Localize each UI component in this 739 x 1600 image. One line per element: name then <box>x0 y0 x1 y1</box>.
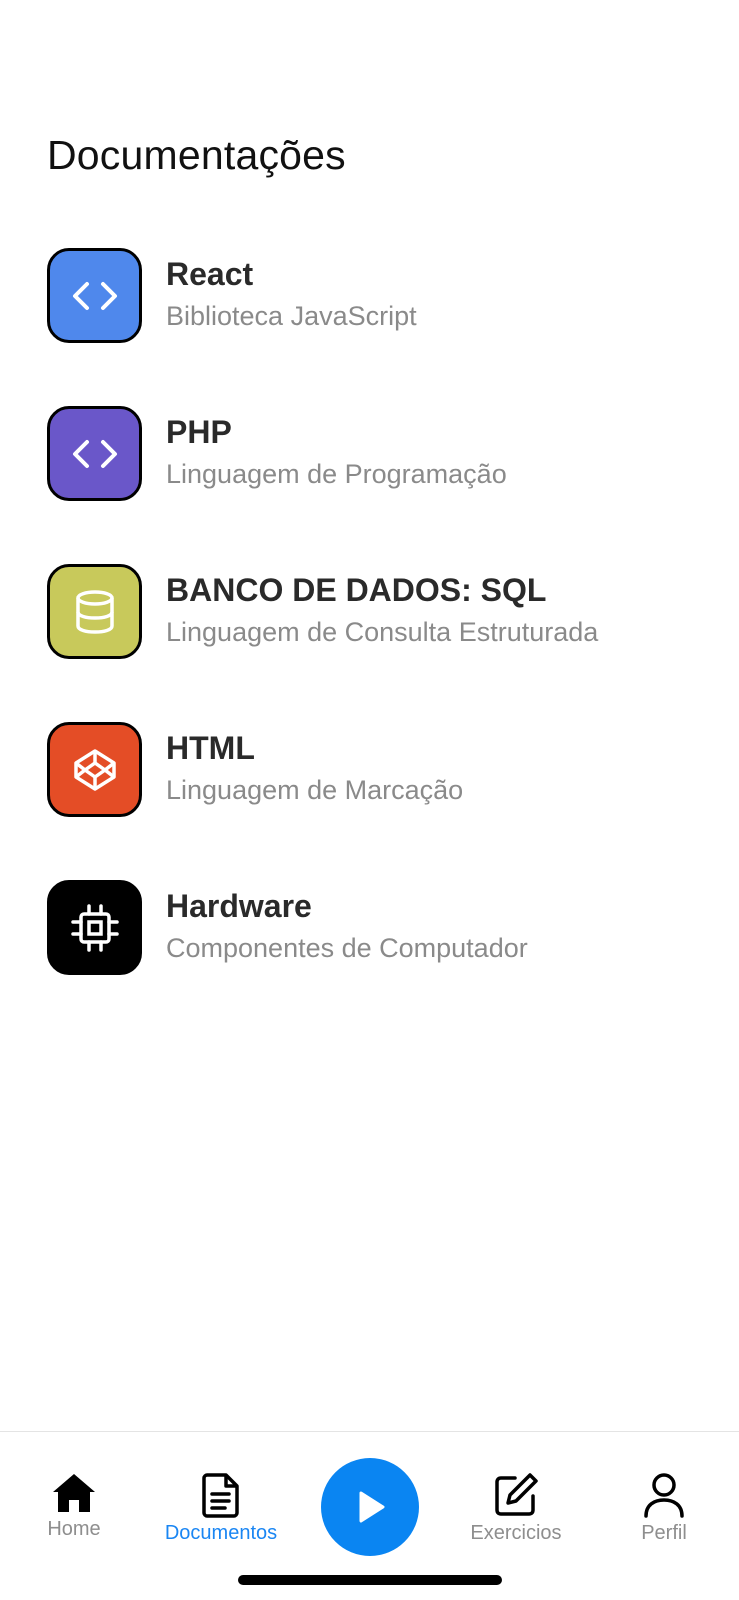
doc-subtitle: Linguagem de Programação <box>166 459 507 489</box>
tab-home-label: Home <box>47 1518 101 1540</box>
doc-text-react: React Biblioteca JavaScript <box>166 254 417 334</box>
document-icon <box>202 1473 239 1518</box>
doc-icon-php <box>47 406 142 501</box>
code-icon <box>72 281 117 310</box>
doc-subtitle: Linguagem de Marcação <box>166 775 464 805</box>
doc-item-react[interactable]: React Biblioteca JavaScript <box>47 248 707 343</box>
page-title: Documentações <box>47 132 346 178</box>
screen: Documentações React Biblioteca JavaScrip… <box>0 0 739 1600</box>
doc-item-html[interactable]: HTML Linguagem de Marcação <box>47 722 707 817</box>
tab-home[interactable]: Home <box>9 1432 139 1552</box>
doc-icon-sql <box>47 564 142 659</box>
user-icon <box>644 1473 684 1518</box>
doc-icon-react <box>47 248 142 343</box>
doc-item-hardware[interactable]: Hardware Componentes de Computador <box>47 880 707 975</box>
tab-documents-label: Documentos <box>164 1522 278 1544</box>
database-icon <box>75 589 114 634</box>
edit-icon <box>495 1473 538 1516</box>
doc-title: PHP <box>166 414 232 450</box>
doc-item-php[interactable]: PHP Linguagem de Programação <box>47 406 707 501</box>
codepen-icon <box>73 748 116 791</box>
doc-subtitle: Componentes de Computador <box>166 933 528 963</box>
doc-title: React <box>166 256 254 292</box>
doc-text-sql: BANCO DE DADOS: SQL Linguagem de Consult… <box>166 570 598 650</box>
doc-text-html: HTML Linguagem de Marcação <box>166 728 463 808</box>
doc-subtitle: Biblioteca JavaScript <box>166 301 417 331</box>
doc-subtitle: Linguagem de Consulta Estruturada <box>166 617 599 647</box>
doc-icon-html <box>47 722 142 817</box>
doc-title: BANCO DE DADOS: SQL <box>166 572 547 608</box>
doc-icon-hardware <box>47 880 142 975</box>
doc-item-sql[interactable]: BANCO DE DADOS: SQL Linguagem de Consult… <box>47 564 707 659</box>
documentation-list: React Biblioteca JavaScript PHP Linguage… <box>47 248 707 1038</box>
tab-profile[interactable]: Perfil <box>599 1432 729 1552</box>
tab-exercises[interactable]: Exercicios <box>451 1432 581 1552</box>
tab-exercises-label: Exercicios <box>470 1522 562 1544</box>
play-icon <box>359 1491 385 1523</box>
doc-text-php: PHP Linguagem de Programação <box>166 412 507 492</box>
doc-text-hardware: Hardware Componentes de Computador <box>166 886 528 966</box>
tab-documents[interactable]: Documentos <box>156 1432 286 1552</box>
play-button[interactable] <box>321 1458 419 1556</box>
home-indicator <box>238 1575 502 1585</box>
code-icon <box>72 439 117 468</box>
doc-title: Hardware <box>166 888 312 924</box>
doc-title: HTML <box>166 730 255 766</box>
tab-profile-label: Perfil <box>641 1522 687 1544</box>
chip-icon <box>70 903 119 952</box>
home-icon <box>53 1474 95 1512</box>
